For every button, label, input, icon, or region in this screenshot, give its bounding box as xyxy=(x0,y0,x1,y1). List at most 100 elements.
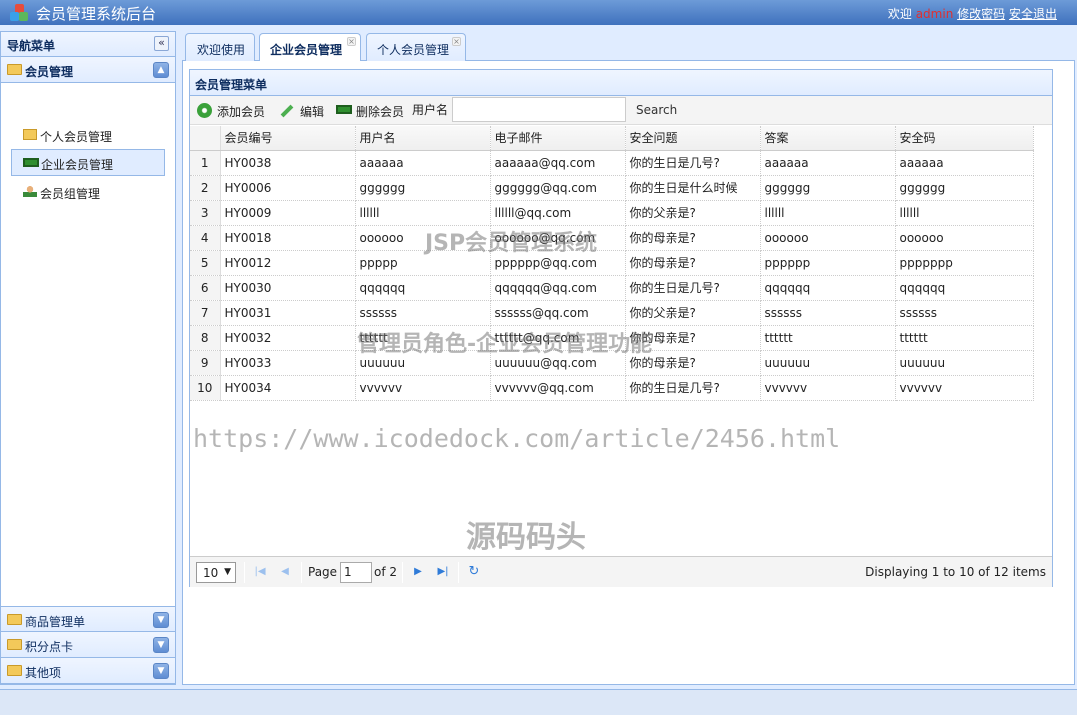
folder-icon xyxy=(7,665,22,676)
table-cell: tttttt xyxy=(760,325,896,351)
table-cell: vvvvvv@qq.com xyxy=(490,375,626,401)
last-page-icon[interactable]: ▶| xyxy=(436,565,450,579)
table-row[interactable]: 3 HY0009 llllll llllll@qq.com 你的父亲是? llllll ll… xyxy=(190,200,1034,226)
add-member-button[interactable]: 添加会员 xyxy=(197,102,269,120)
company-icon xyxy=(23,158,39,167)
table-cell: llllll xyxy=(355,200,491,226)
table-cell: HY0031 xyxy=(220,300,356,326)
accordion-member-body: 个人会员管理 企业会员管理 会员组管理 xyxy=(1,83,175,606)
divider xyxy=(301,562,302,583)
chevron-down-icon[interactable]: ▼ xyxy=(153,637,169,653)
close-icon[interactable]: × xyxy=(347,37,356,46)
accordion-other[interactable]: 其他项 ▼ xyxy=(1,658,175,684)
table-cell: llllll@qq.com xyxy=(490,200,626,226)
table-header-row: 会员编号 用户名 电子邮件 安全问题 答案 安全码 xyxy=(190,126,1034,151)
divider xyxy=(402,562,403,583)
table-row[interactable]: 10 HY0034 vvvvvv vvvvvv@qq.com 你的生日是几号? vvvvv… xyxy=(190,375,1034,401)
close-icon[interactable]: × xyxy=(452,37,461,46)
table-row[interactable]: 4 HY0018 oooooo oooooo@qq.com 你的母亲是? oooooo oo… xyxy=(190,225,1034,251)
table-cell: HY0012 xyxy=(220,250,356,276)
column-header[interactable]: 答案 xyxy=(760,126,896,151)
delete-member-button[interactable]: 删除会员 xyxy=(336,102,408,120)
column-header[interactable]: 安全码 xyxy=(895,126,1034,151)
column-header[interactable]: 电子邮件 xyxy=(490,126,626,151)
table-row[interactable]: 6 HY0030 qqqqqq qqqqqq@qq.com 你的生日是几号? qqqqqq… xyxy=(190,275,1034,301)
page-size-select[interactable]: 10 ▼ xyxy=(196,562,236,583)
table-cell: oooooo xyxy=(760,225,896,251)
member-table: 会员编号 用户名 电子邮件 安全问题 答案 安全码 1 HY0038 aaaaaa a… xyxy=(190,126,1034,401)
table-row[interactable]: 1 HY0038 aaaaaa aaaaaa@qq.com 你的生日是几号? aaaaaa… xyxy=(190,150,1034,176)
table-cell: aaaaaa xyxy=(895,150,1034,176)
row-number: 3 xyxy=(190,200,221,226)
app-title: 会员管理系统后台 xyxy=(36,5,157,23)
accordion-goods[interactable]: 商品管理单 ▼ xyxy=(1,606,175,632)
table-cell: gggggg@qq.com xyxy=(490,175,626,201)
table-cell: oooooo xyxy=(895,225,1034,251)
row-number: 4 xyxy=(190,225,221,251)
table-cell: HY0006 xyxy=(220,175,356,201)
edit-button[interactable]: 编辑 xyxy=(280,102,324,120)
delete-icon xyxy=(336,105,352,114)
table-cell: gggggg xyxy=(355,175,491,201)
next-page-icon[interactable]: ▶ xyxy=(411,565,425,579)
prev-page-icon[interactable]: ◀ xyxy=(278,565,292,579)
change-password-link[interactable]: 修改密码 xyxy=(957,7,1005,21)
nav-item-label: 个人会员管理 xyxy=(40,130,113,144)
folder-icon xyxy=(23,129,37,140)
accordion-member-header[interactable]: 会员管理 ▲ xyxy=(1,57,175,83)
accordion-member-title: 会员管理 xyxy=(25,65,74,79)
accordion-points-title: 积分点卡 xyxy=(25,640,74,654)
chevron-down-icon[interactable]: ▼ xyxy=(153,612,169,628)
table-row[interactable]: 2 HY0006 gggggg gggggg@qq.com 你的生日是什么时候 ggggg… xyxy=(190,175,1034,201)
tab-company-member[interactable]: 企业会员管理 × xyxy=(259,33,361,62)
folder-icon xyxy=(7,64,22,75)
search-button[interactable]: Search xyxy=(636,103,677,117)
app-logo-icon xyxy=(10,4,30,22)
tab-personal-member[interactable]: 个人会员管理 × xyxy=(366,33,466,61)
welcome-text: 欢迎 xyxy=(887,7,912,21)
username: admin xyxy=(915,7,954,21)
row-number: 9 xyxy=(190,350,221,376)
table-cell: 你的生日是什么时候 xyxy=(625,175,761,201)
watermark-role: 管理员角色-企业会员管理功能 xyxy=(357,332,653,357)
first-page-icon[interactable]: |◀ xyxy=(253,565,267,579)
tab-label: 欢迎使用 xyxy=(197,43,246,57)
column-header[interactable]: 会员编号 xyxy=(220,126,356,151)
nav-item-company-member[interactable]: 企业会员管理 xyxy=(11,149,165,176)
row-number: 6 xyxy=(190,275,221,301)
table-cell: ssssss xyxy=(760,300,896,326)
table-cell: qqqqqq xyxy=(355,275,491,301)
column-header[interactable]: 安全问题 xyxy=(625,126,761,151)
chevron-up-icon[interactable]: ▲ xyxy=(153,62,169,78)
table-cell: 你的母亲是? xyxy=(625,250,761,276)
username-search-input[interactable] xyxy=(452,97,626,122)
table-cell: 你的父亲是? xyxy=(625,200,761,226)
left-nav-panel: 导航菜单 « 会员管理 ▲ 个人会员管理 企业会员管理 会员组管理 商品管理单 … xyxy=(0,31,176,685)
logout-link[interactable]: 安全退出 xyxy=(1009,7,1057,21)
nav-header: 导航菜单 « xyxy=(1,32,175,57)
nav-title: 导航菜单 xyxy=(7,39,56,53)
table-cell: ssssss@qq.com xyxy=(490,300,626,326)
grid-toolbar: 添加会员 编辑 删除会员 用户名 Search xyxy=(190,96,1052,125)
chevron-down-icon[interactable]: ▼ xyxy=(153,663,169,679)
watermark-system-name: JSP会员管理系统 xyxy=(425,231,598,256)
nav-item-member-group[interactable]: 会员组管理 xyxy=(11,179,165,206)
search-label: 用户名 xyxy=(412,103,449,117)
page-number-input[interactable]: 1 xyxy=(340,562,372,583)
accordion-goods-title: 商品管理单 xyxy=(25,615,86,629)
refresh-icon[interactable]: ↻ xyxy=(467,565,481,579)
tab-welcome[interactable]: 欢迎使用 xyxy=(185,33,255,61)
divider xyxy=(244,562,245,583)
top-header: 会员管理系统后台 欢迎 admin 修改密码 安全退出 xyxy=(0,0,1077,25)
table-row[interactable]: 7 HY0031 ssssss ssssss@qq.com 你的父亲是? ssssss ss… xyxy=(190,300,1034,326)
divider xyxy=(458,562,459,583)
pagination-bar: 10 ▼ |◀ ◀ Page 1 of 2 ▶ ▶| ↻ Displaying … xyxy=(190,556,1052,587)
column-header[interactable]: 用户名 xyxy=(355,126,491,151)
table-row[interactable]: 5 HY0012 ppppp pppppp@qq.com 你的母亲是? pppppp ppp… xyxy=(190,250,1034,276)
table-cell: pppppp xyxy=(760,250,896,276)
nav-item-personal-member[interactable]: 个人会员管理 xyxy=(11,122,165,149)
table-cell: uuuuuu xyxy=(760,350,896,376)
collapse-left-icon[interactable]: « xyxy=(154,36,169,51)
accordion-points[interactable]: 积分点卡 ▼ xyxy=(1,632,175,658)
row-number: 8 xyxy=(190,325,221,351)
